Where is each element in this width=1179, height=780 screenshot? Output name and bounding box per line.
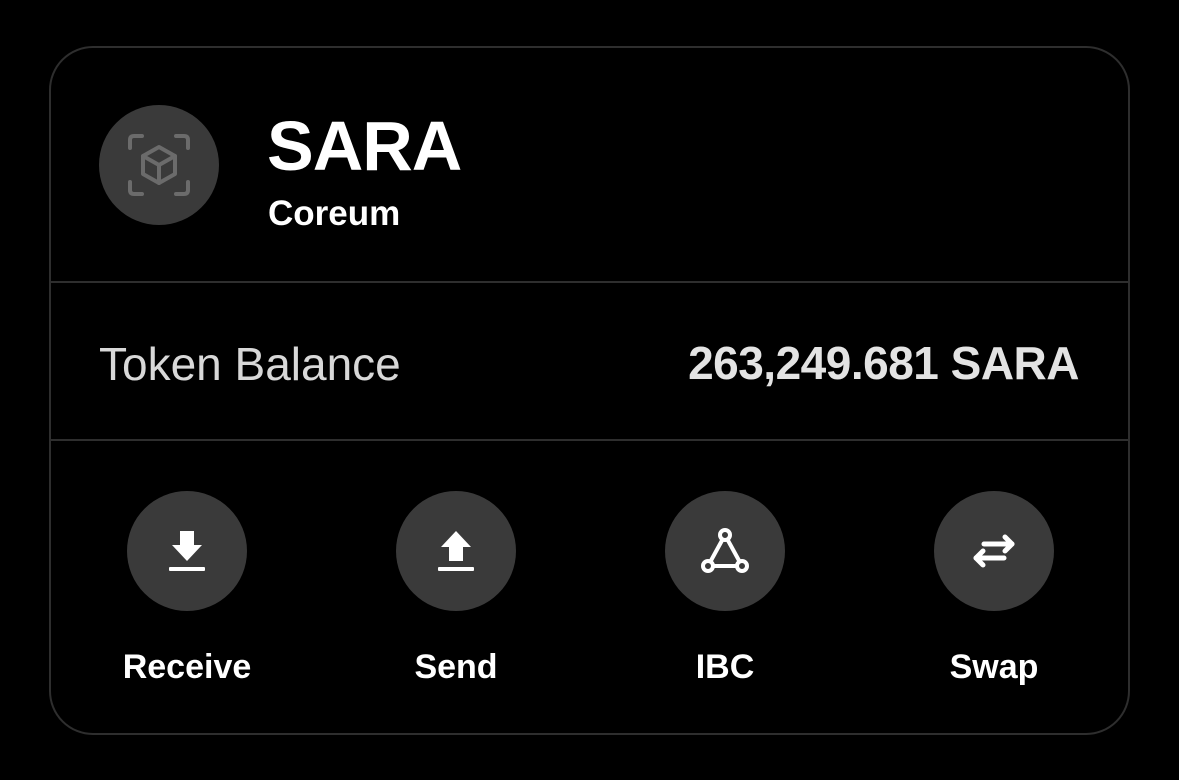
upload-icon bbox=[438, 531, 474, 571]
swap-circle[interactable] bbox=[934, 491, 1054, 611]
token-symbol: SARA bbox=[267, 107, 462, 185]
ibc-button[interactable]: IBC bbox=[625, 491, 825, 687]
swap-label: Swap bbox=[949, 648, 1039, 686]
ibc-circle[interactable] bbox=[665, 491, 785, 611]
balance-label: Token Balance bbox=[99, 338, 401, 390]
receive-circle[interactable] bbox=[127, 491, 247, 611]
receive-label: Receive bbox=[122, 648, 252, 686]
balance-value: 263,249.681 SARA bbox=[688, 337, 1079, 389]
balance-row: Token Balance 263,249.681 SARA bbox=[51, 283, 1128, 441]
token-avatar bbox=[99, 105, 219, 225]
receive-button[interactable]: Receive bbox=[87, 491, 287, 687]
ibc-label: IBC bbox=[695, 648, 755, 686]
action-bar: Receive Send IBC Swap bbox=[51, 441, 1128, 733]
swap-button[interactable]: Swap bbox=[894, 491, 1094, 687]
download-icon bbox=[169, 531, 205, 571]
swap-arrows-icon bbox=[973, 534, 1015, 568]
ibc-triangle-icon bbox=[701, 528, 749, 573]
send-circle[interactable] bbox=[396, 491, 516, 611]
send-label: Send bbox=[414, 648, 498, 686]
token-card: SARA Coreum Token Balance 263,249.681 SA… bbox=[49, 46, 1130, 735]
token-chain: Coreum bbox=[268, 194, 401, 233]
send-button[interactable]: Send bbox=[356, 491, 556, 687]
cube-scan-icon bbox=[128, 134, 190, 196]
token-header: SARA Coreum bbox=[51, 48, 1128, 283]
